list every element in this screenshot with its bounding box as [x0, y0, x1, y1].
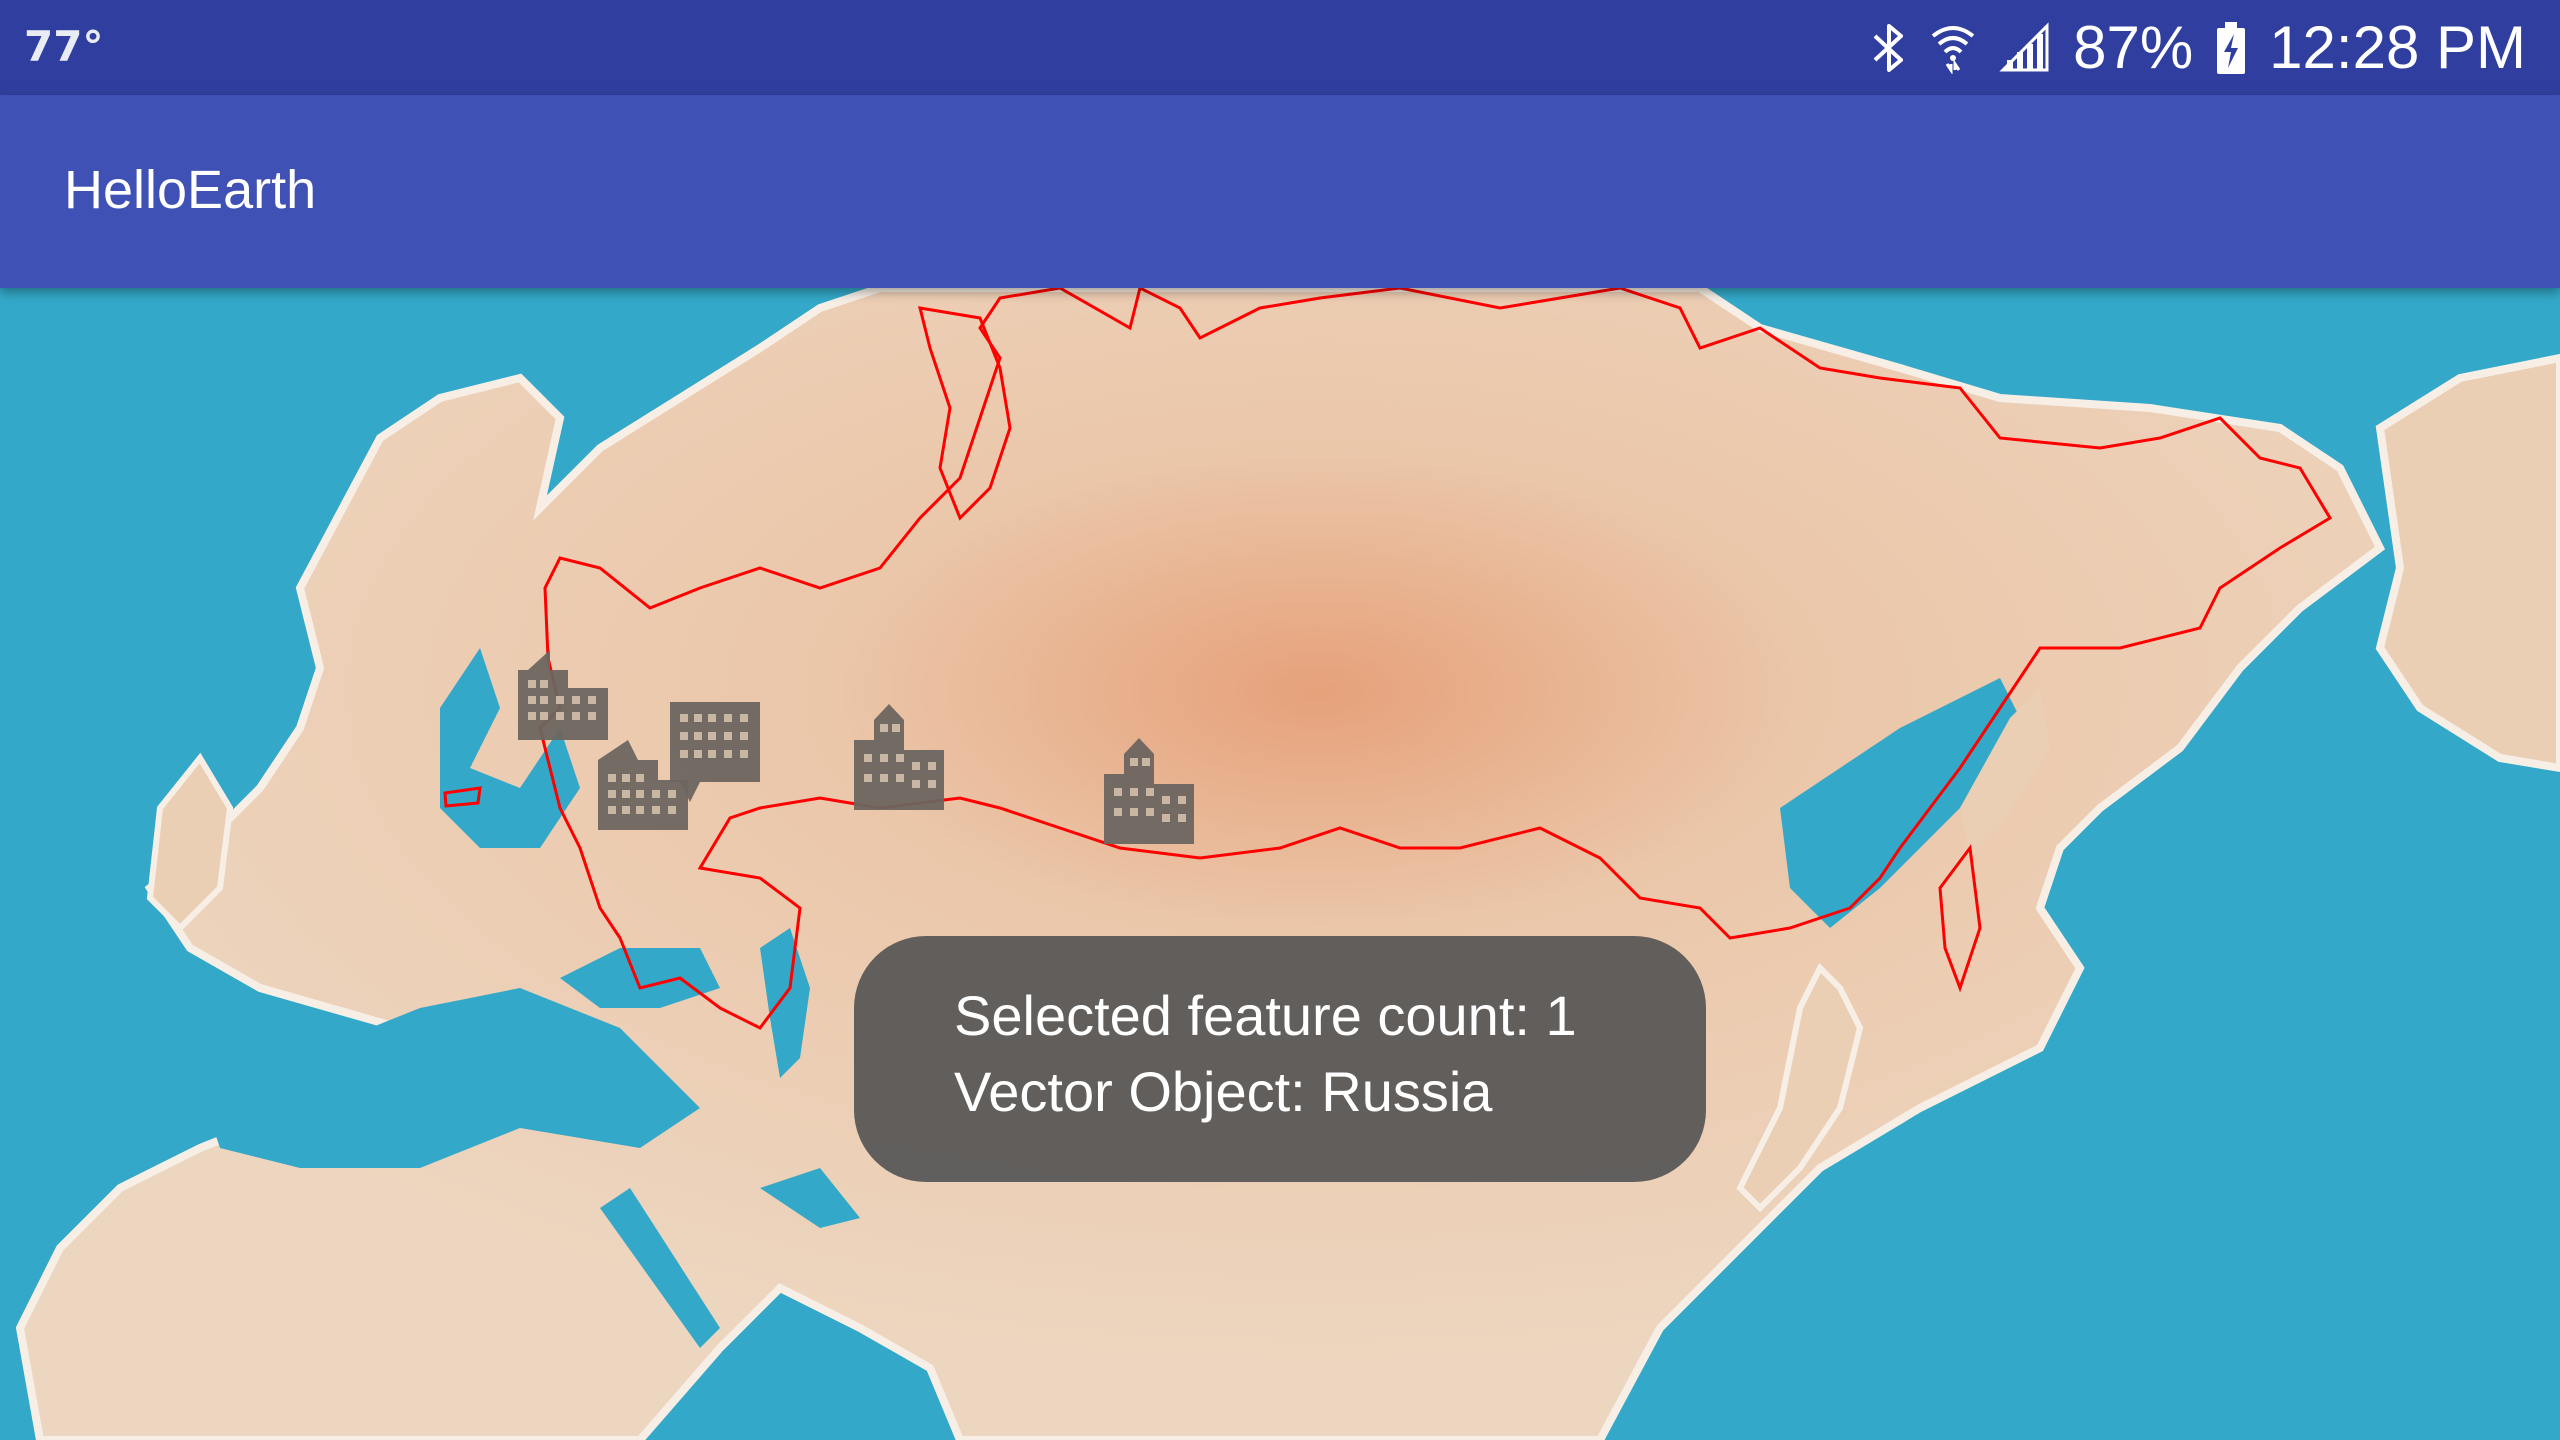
wifi-icon: [1929, 22, 1977, 74]
app-bar: HelloEarth: [0, 95, 2560, 288]
weather-temperature: 77°: [24, 22, 104, 71]
status-icons: 87% 12:28 PM: [1871, 0, 2526, 95]
map-view[interactable]: [0, 288, 2560, 1440]
toast-feature-count: Selected feature count: 1: [954, 984, 1577, 1047]
app-title: HelloEarth: [64, 160, 317, 220]
map-canvas[interactable]: [0, 288, 2560, 1440]
toast-vector-object: Vector Object: Russia: [954, 1060, 1493, 1123]
building-icon[interactable]: [844, 700, 954, 810]
selection-toast: Selected feature count: 1 Vector Object:…: [854, 936, 1706, 1182]
battery-charging-icon: [2215, 20, 2247, 76]
building-icon[interactable]: [660, 692, 770, 802]
building-icon[interactable]: [1094, 734, 1204, 844]
clock: 12:28 PM: [2269, 14, 2526, 81]
signal-icon: [1999, 21, 2051, 74]
status-bar: 77° 87% 12:28 PM: [0, 0, 2560, 95]
bluetooth-icon: [1871, 22, 1907, 74]
battery-percent: 87%: [2073, 14, 2194, 81]
